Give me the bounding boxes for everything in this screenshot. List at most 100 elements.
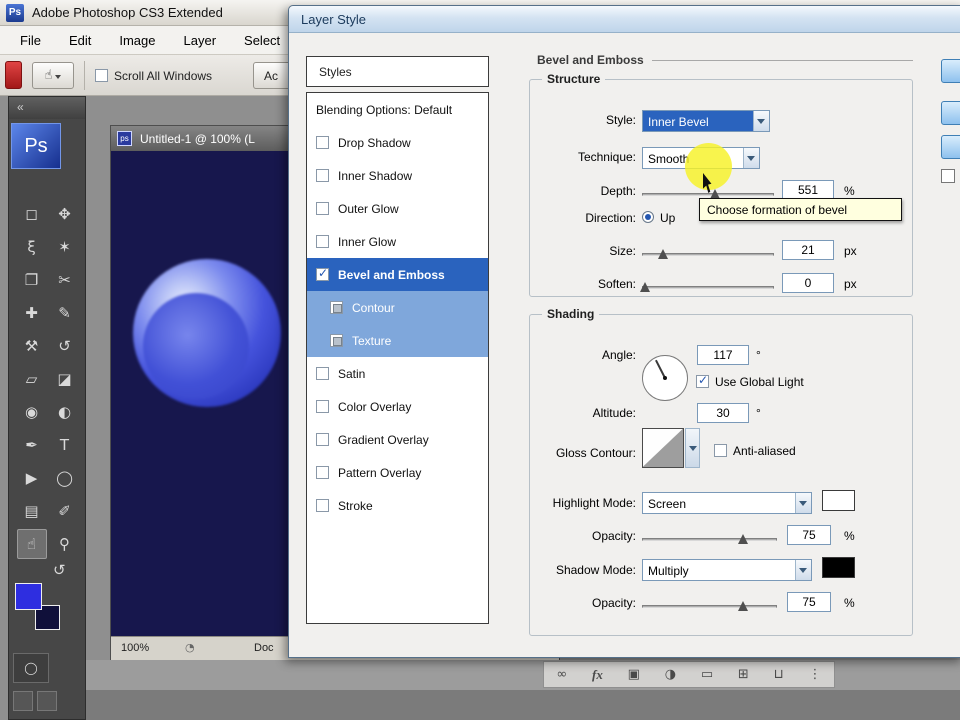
tool-lasso[interactable]: ξ [17, 232, 47, 262]
tool-eraser[interactable]: ▱ [17, 364, 47, 394]
zoom-level[interactable]: 100% [121, 642, 149, 654]
drop-shadow-checkbox[interactable] [316, 136, 329, 149]
dropdown-arrow-icon[interactable] [795, 560, 811, 580]
screen-mode-full-button[interactable] [37, 691, 57, 711]
tool-eyedropper[interactable]: ✐ [50, 496, 80, 526]
menu-select[interactable]: Select [230, 26, 294, 55]
bevel-and-emboss-checkbox[interactable] [316, 266, 329, 281]
style-item-pattern-overlay[interactable]: Pattern Overlay [307, 456, 488, 489]
tool-ellipse[interactable]: ◯ [50, 463, 80, 493]
highlight-opacity-field[interactable] [787, 525, 831, 545]
cs3-red-icon[interactable] [5, 61, 22, 89]
ok-button-cut[interactable] [941, 59, 960, 83]
tool-slice[interactable]: ✂ [50, 265, 80, 295]
tool-path-selection[interactable]: ▶ [17, 463, 47, 493]
inner-shadow-checkbox[interactable] [316, 169, 329, 182]
tool-notes[interactable]: ▤ [17, 496, 47, 526]
tool-type[interactable]: T [50, 430, 80, 460]
depth-field[interactable] [782, 180, 834, 200]
style-item-stroke[interactable]: Stroke [307, 489, 488, 522]
adjustment-layer-icon[interactable]: ◑ [665, 667, 676, 682]
style-item-color-overlay[interactable]: Color Overlay [307, 390, 488, 423]
collapse-icon[interactable]: « [17, 100, 24, 114]
hand-tool-preset-button[interactable]: ☝ [32, 62, 74, 89]
stroke-checkbox[interactable] [316, 499, 329, 512]
new-style-button-cut[interactable] [941, 135, 960, 159]
menu-image[interactable]: Image [105, 26, 169, 55]
style-item-texture[interactable]: Texture [307, 324, 488, 357]
layer-mask-icon[interactable]: ▣ [628, 667, 640, 682]
use-global-light-checkbox[interactable] [696, 373, 709, 388]
menu-layer[interactable]: Layer [170, 26, 231, 55]
direction-up-radio[interactable] [642, 211, 654, 223]
quick-mask-button[interactable]: ◯ [13, 653, 49, 683]
highlight-color-swatch[interactable] [822, 490, 855, 511]
tool-rectangular-marquee[interactable]: ◻ [17, 199, 47, 229]
style-item-blending-options[interactable]: Blending Options: Default [307, 93, 488, 126]
contour-checkbox[interactable] [330, 301, 343, 314]
tool-gradient[interactable]: ◪ [50, 364, 80, 394]
shadow-color-swatch[interactable] [822, 557, 855, 578]
slider-thumb[interactable] [639, 282, 650, 292]
status-menu-icon[interactable]: ◔ [185, 641, 195, 654]
gloss-contour-arrow-button[interactable] [685, 428, 700, 468]
menu-edit[interactable]: Edit [55, 26, 105, 55]
palette-header[interactable]: « [9, 97, 85, 119]
style-item-satin[interactable]: Satin [307, 357, 488, 390]
dropdown-arrow-icon[interactable] [753, 111, 769, 131]
pattern-overlay-checkbox[interactable] [316, 466, 329, 479]
rotate-canvas-icon[interactable]: ↺ [53, 561, 66, 579]
soften-field[interactable] [782, 273, 834, 293]
new-layer-icon[interactable]: ⊞ [738, 667, 749, 682]
shadow-opacity-slider[interactable] [642, 598, 777, 614]
layer-style-fx-icon[interactable]: fx [592, 667, 603, 683]
tool-crop[interactable]: ❐ [17, 265, 47, 295]
texture-checkbox[interactable] [330, 334, 343, 347]
style-item-inner-shadow[interactable]: Inner Shadow [307, 159, 488, 192]
outer-glow-checkbox[interactable] [316, 202, 329, 215]
soften-slider[interactable] [639, 279, 774, 295]
slider-thumb[interactable] [738, 601, 749, 611]
tool-spot-healing-brush[interactable]: ✚ [17, 298, 47, 328]
style-item-inner-glow[interactable]: Inner Glow [307, 225, 488, 258]
menu-file[interactable]: File [6, 26, 55, 55]
tool-brush[interactable]: ✎ [50, 298, 80, 328]
angle-dial[interactable] [642, 355, 688, 401]
delete-layer-icon[interactable]: ⊔ [774, 667, 784, 682]
style-item-bevel-and-emboss[interactable]: Bevel and Emboss [307, 258, 488, 291]
slider-thumb[interactable] [658, 249, 669, 259]
shadow-mode-dropdown[interactable]: Multiply [642, 559, 812, 581]
style-item-outer-glow[interactable]: Outer Glow [307, 192, 488, 225]
dialog-titlebar[interactable]: Layer Style [289, 6, 960, 33]
gradient-overlay-checkbox[interactable] [316, 433, 329, 446]
size-slider[interactable] [642, 246, 774, 262]
tool-hand[interactable]: ☝ [16, 528, 47, 559]
slider-thumb[interactable] [738, 534, 749, 544]
tool-zoom[interactable]: ⚲ [50, 529, 80, 559]
tool-pen[interactable]: ✒ [17, 430, 47, 460]
tool-history-brush[interactable]: ↺ [50, 331, 80, 361]
highlight-mode-dropdown[interactable]: Screen [642, 492, 812, 514]
highlight-opacity-slider[interactable] [642, 531, 777, 547]
style-item-contour[interactable]: Contour [307, 291, 488, 324]
style-item-drop-shadow[interactable]: Drop Shadow [307, 126, 488, 159]
foreground-color-swatch[interactable] [15, 583, 42, 610]
preview-checkbox-cut[interactable] [941, 169, 955, 183]
size-field[interactable] [782, 240, 834, 260]
dropdown-arrow-icon[interactable] [795, 493, 811, 513]
satin-checkbox[interactable] [316, 367, 329, 380]
tool-quick-selection[interactable]: ✶ [50, 232, 80, 262]
dropdown-arrow-icon[interactable] [743, 148, 759, 168]
shadow-opacity-field[interactable] [787, 592, 831, 612]
altitude-field[interactable] [697, 403, 749, 423]
style-item-gradient-overlay[interactable]: Gradient Overlay [307, 423, 488, 456]
cancel-button-cut[interactable] [941, 101, 960, 125]
angle-field[interactable] [697, 345, 749, 365]
tool-move[interactable]: ✥ [50, 199, 80, 229]
screen-mode-standard-button[interactable] [13, 691, 33, 711]
tool-dodge[interactable]: ◐ [50, 397, 80, 427]
tool-blur[interactable]: ◉ [17, 397, 47, 427]
gloss-contour-thumbnail[interactable] [642, 428, 684, 468]
scroll-all-windows-checkbox[interactable] [95, 69, 108, 82]
color-overlay-checkbox[interactable] [316, 400, 329, 413]
